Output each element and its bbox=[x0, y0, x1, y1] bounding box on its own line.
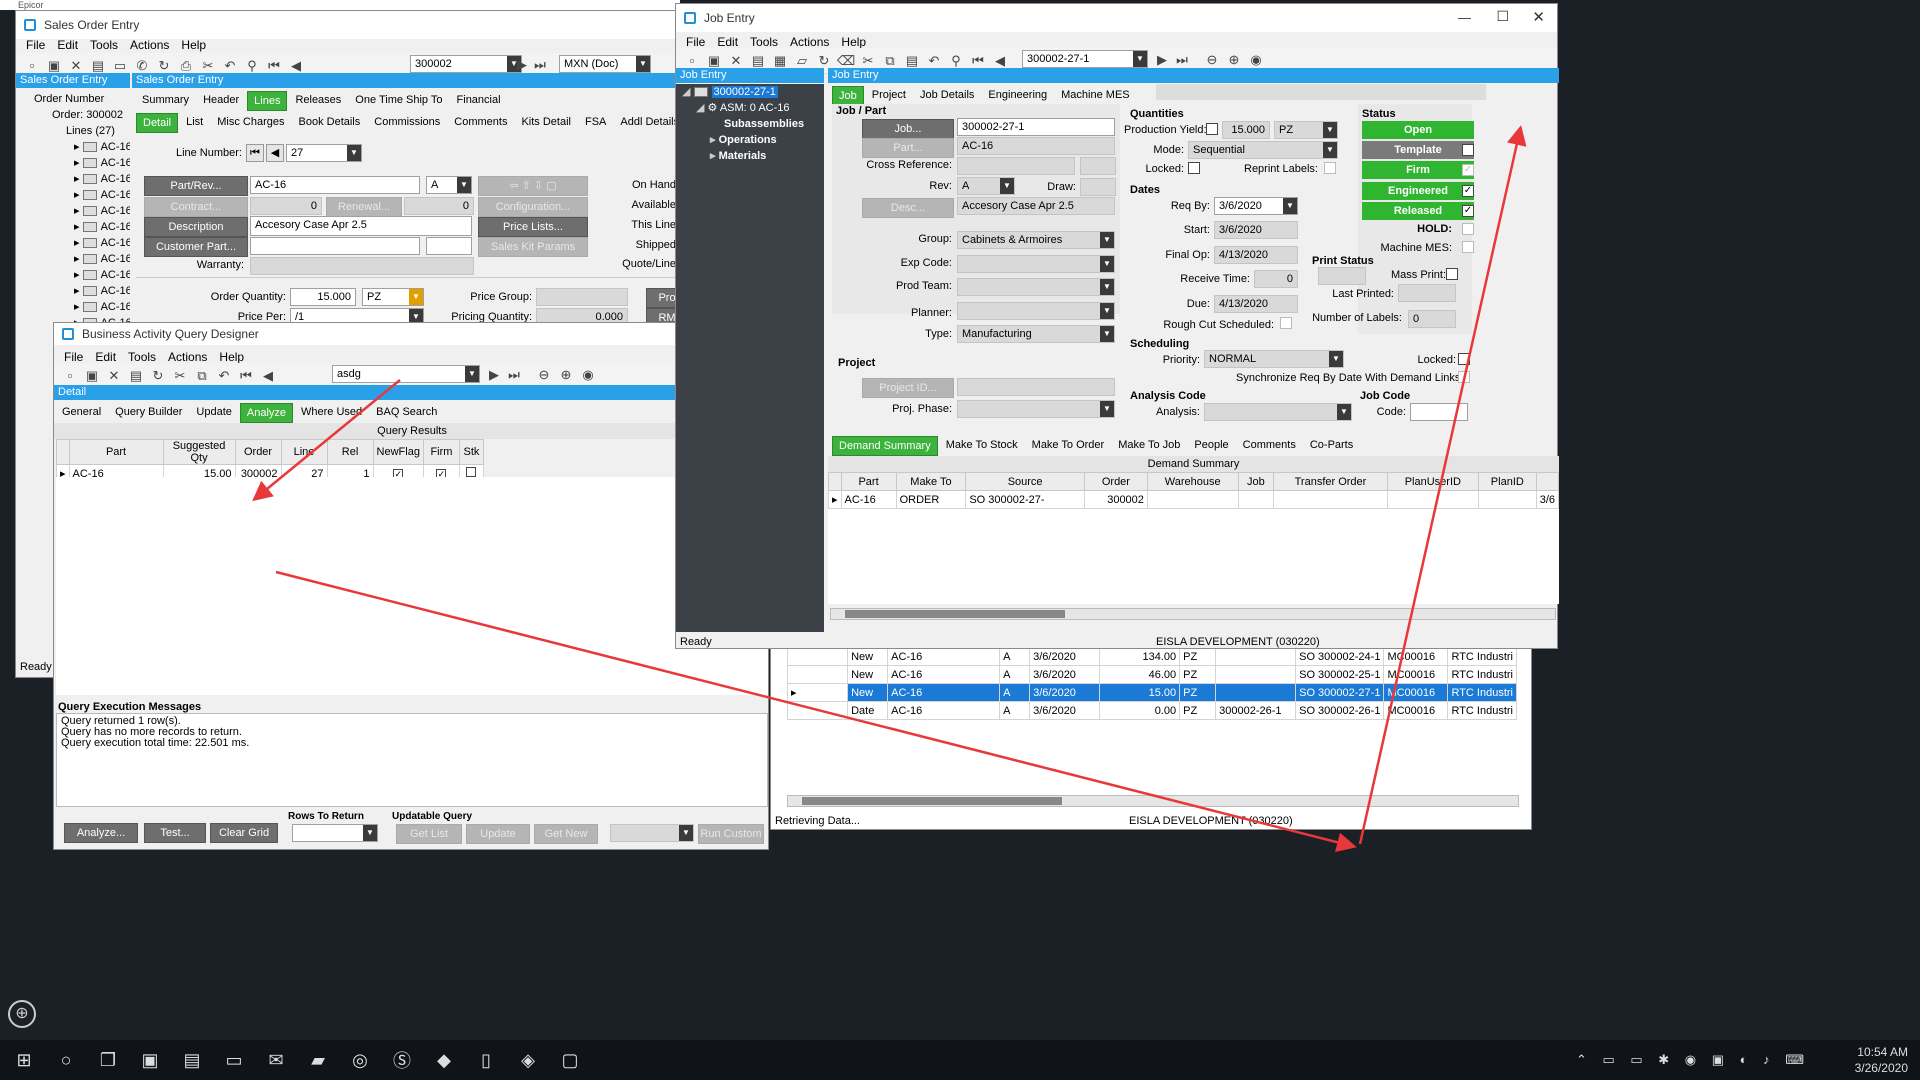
arrow-order-qty-to-suggested bbox=[252, 379, 401, 502]
folder-icon[interactable]: ▰ bbox=[304, 1046, 332, 1074]
arrow-suggested-to-grid bbox=[275, 570, 1357, 852]
app-icon[interactable]: ◈ bbox=[514, 1046, 542, 1074]
windows-start-icon[interactable]: ⊞ bbox=[10, 1046, 38, 1074]
task-view-icon[interactable]: ❐ bbox=[94, 1046, 122, 1074]
app-icon[interactable]: ◆ bbox=[430, 1046, 458, 1074]
terminal-icon[interactable]: ▭ bbox=[220, 1046, 248, 1074]
search-icon[interactable]: ○ bbox=[52, 1046, 80, 1074]
skype-icon[interactable]: Ⓢ bbox=[388, 1046, 416, 1074]
app-icon[interactable]: ▤ bbox=[178, 1046, 206, 1074]
pdf-icon[interactable]: ▯ bbox=[472, 1046, 500, 1074]
annotation-arrows bbox=[252, 125, 1527, 852]
date-label: 3/26/2020 bbox=[1854, 1061, 1908, 1075]
time-label: 10:54 AM bbox=[1857, 1045, 1908, 1059]
tray-icons: ⌃ ▭ ▭ ✱ ◉ ▣ ◐ ♪ ⌨ bbox=[1576, 1052, 1810, 1067]
app-icon[interactable]: ▣ bbox=[136, 1046, 164, 1074]
chrome-icon[interactable]: ◎ bbox=[346, 1046, 374, 1074]
taskbar: ⊞ ○ ❐ ▣ ▤ ▭ ✉ ▰ ◎ Ⓢ ◆ ▯ ◈ ▢ ⌃ ▭ ▭ ✱ ◉ ▣ … bbox=[0, 1040, 1920, 1080]
arrow-grid-to-yield bbox=[1358, 125, 1527, 845]
epicor-icon[interactable]: ▢ bbox=[556, 1046, 584, 1074]
outlook-icon[interactable]: ✉ bbox=[262, 1046, 290, 1074]
globe-icon[interactable]: ⊕ bbox=[8, 1000, 36, 1028]
clock: 10:54 AM 3/26/2020 bbox=[1855, 1044, 1908, 1076]
